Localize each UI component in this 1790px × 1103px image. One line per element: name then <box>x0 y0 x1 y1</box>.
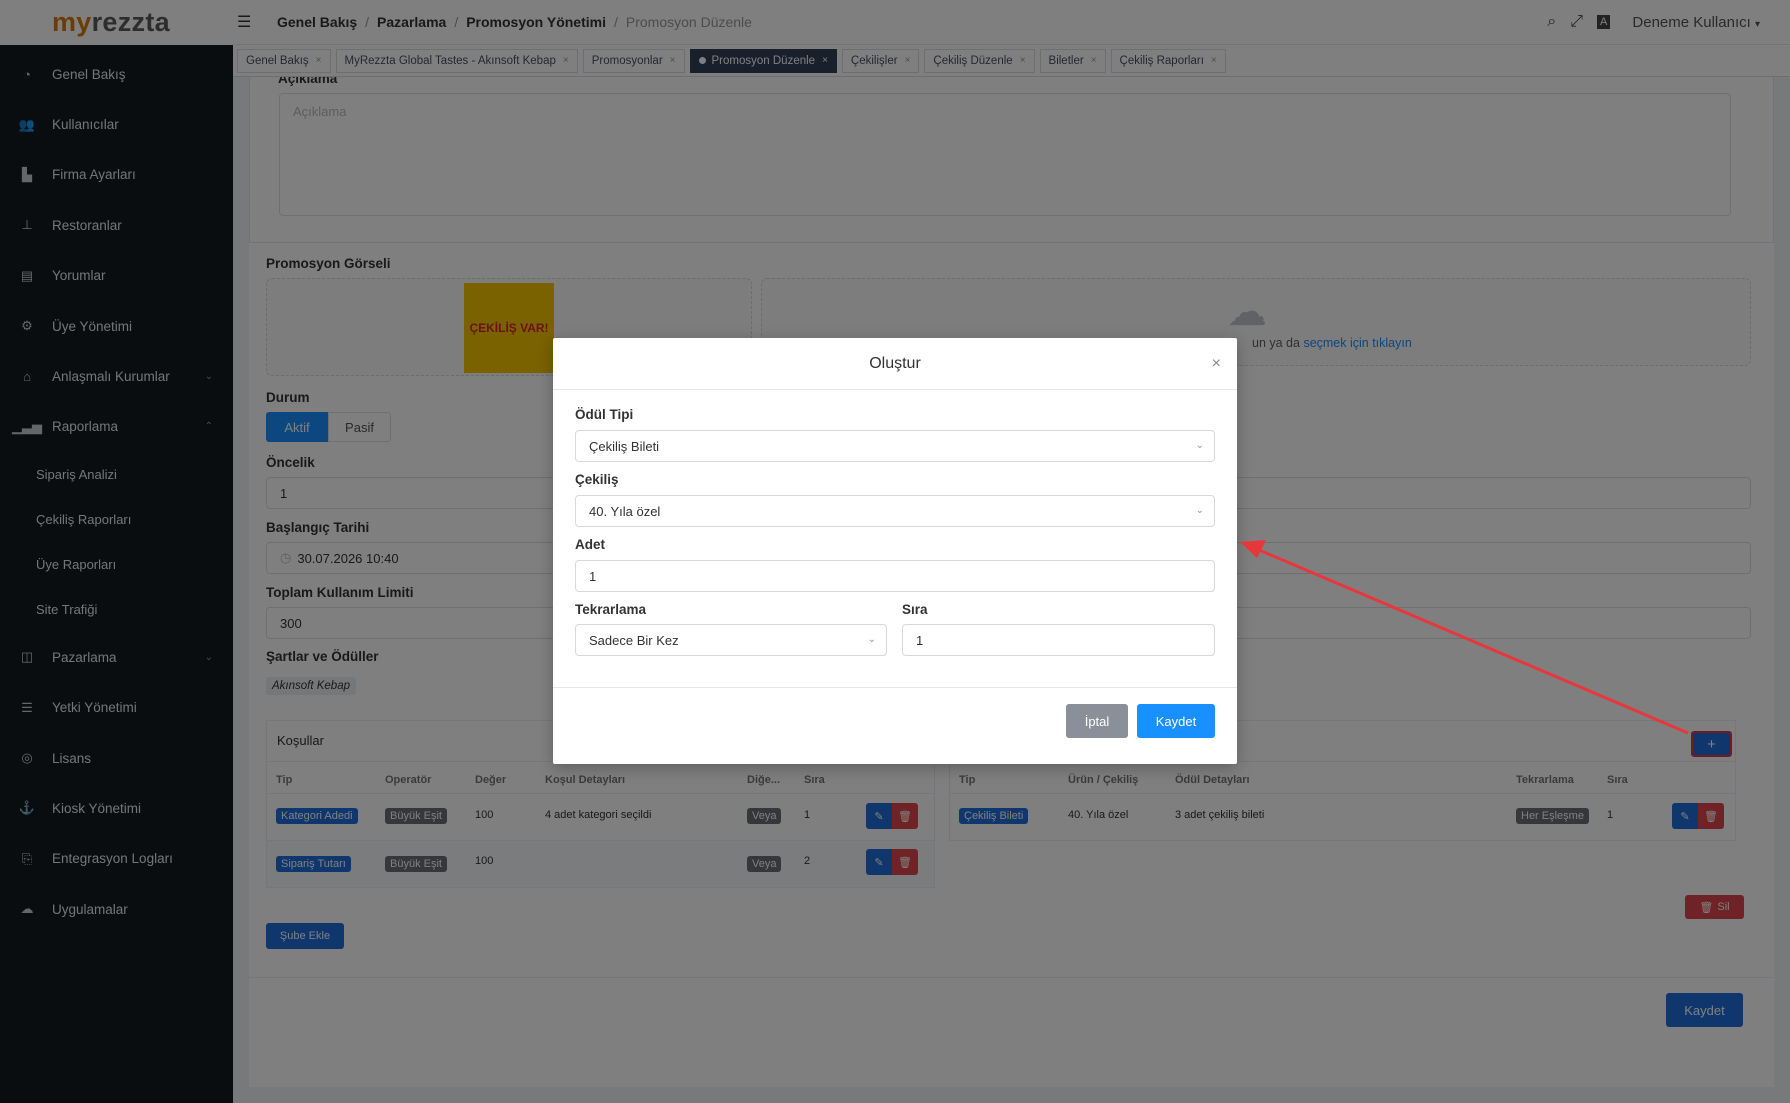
adet-label: Adet <box>575 537 605 552</box>
tekrarlama-select[interactable]: Sadece Bir Kez ⌄ <box>575 624 887 656</box>
cekilis-label: Çekiliş <box>575 472 619 487</box>
tekrarlama-label: Tekrarlama <box>575 602 647 617</box>
save-button[interactable]: Kaydet <box>1137 704 1215 738</box>
cekilis-select[interactable]: 40. Yıla özel ⌄ <box>575 495 1215 527</box>
odul-tipi-label: Ödül Tipi <box>575 407 634 422</box>
create-reward-modal: Oluştur × Ödül Tipi Çekiliş Bileti ⌄ Çeki… <box>553 338 1237 764</box>
adet-input[interactable]: 1 <box>575 560 1215 592</box>
cancel-button[interactable]: İptal <box>1066 704 1128 738</box>
modal-header: Oluştur × <box>553 338 1237 390</box>
odul-tipi-select[interactable]: Çekiliş Bileti ⌄ <box>575 430 1215 462</box>
modal-title: Oluştur <box>869 354 921 372</box>
sira-input[interactable]: 1 <box>902 624 1215 656</box>
close-icon[interactable]: × <box>1212 355 1221 373</box>
chevron-down-icon: ⌄ <box>867 634 876 645</box>
chevron-down-icon: ⌄ <box>1195 505 1204 516</box>
chevron-down-icon: ⌄ <box>1195 440 1204 451</box>
sira-label: Sıra <box>902 602 928 617</box>
modal-footer <box>553 687 1237 688</box>
